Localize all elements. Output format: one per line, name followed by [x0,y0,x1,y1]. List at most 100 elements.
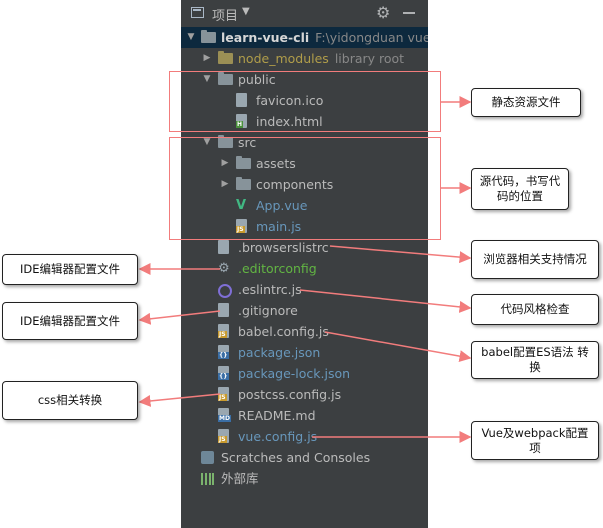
callout-gitignore: IDE编辑器配置文件 [2,302,138,340]
tree-item-label: package-lock.json [238,366,351,381]
tree-row-main-js[interactable]: JS main.js [181,216,428,237]
expand-arrow-icon[interactable]: ▼ [185,27,197,48]
tree-item-label: public [238,72,276,87]
callout-babel: babel配置ES语法 转换 [471,341,599,379]
tree-item-extra: F:\yidongduan vue\V [315,30,428,45]
collapse-arrow-icon[interactable]: ▶ [219,153,231,174]
json-file-icon: {} [218,345,229,359]
callout-public: 静态资源文件 [471,88,581,117]
tree-item-label: main.js [256,219,302,234]
callout-browserslist-text: 浏览器相关支持情况 [483,252,587,266]
gear-icon[interactable]: ⚙ [376,3,390,22]
tree-row-babel-config-js[interactable]: JS babel.config.js [181,321,428,342]
js-file-icon: JS [236,219,247,233]
tree-item-label: index.html [256,114,323,129]
collapse-arrow-icon[interactable]: ▶ [219,174,231,195]
tree-row-package-json[interactable]: {} package.json [181,342,428,363]
library-folder-icon [218,51,233,64]
tree-row-package-lock-json[interactable]: {} package-lock.json [181,363,428,384]
tree-item-label: .gitignore [238,303,298,318]
callout-eslint: 代码风格检查 [471,294,599,325]
tree-row-favicon-ico[interactable]: favicon.ico [181,90,428,111]
tree-item-label: assets [256,156,296,171]
html-file-icon: H [236,114,247,128]
callout-vueconfig-text: Vue及webpack配置项 [481,425,589,455]
scratches-icon [201,451,214,464]
tree-item-label: 外部库 [221,471,259,486]
tree-row-public[interactable]: ▼ public [181,69,428,90]
js-file-icon: JS [218,387,229,401]
callout-browserslist: 浏览器相关支持情况 [471,240,599,279]
tree-item-label: README.md [238,408,316,423]
tree-item-label-group: learn-vue-cli F:\yidongduan vue\V [221,27,428,48]
tree-item-extra: library root [334,51,405,66]
tree-item-label: vue.config.js [238,429,318,444]
callout-public-text: 静态资源文件 [491,95,561,109]
minimize-icon[interactable] [403,12,415,14]
gear-icon: ⚙ [218,261,230,276]
callout-postcss-text: css相关转换 [37,393,103,407]
tree-item-label: postcss.config.js [238,387,342,402]
expand-arrow-icon[interactable]: ▼ [201,69,213,90]
callout-gitignore-text: IDE编辑器配置文件 [19,313,120,328]
callout-babel-text: babel配置ES语法 转换 [481,345,589,374]
expand-arrow-icon[interactable]: ▼ [201,132,213,153]
eslint-icon [218,284,232,298]
panel-header: 项目 ▼ ⚙ [181,0,428,28]
tree-item-label: Scratches and Consoles [221,450,371,465]
tree-row-readme-md[interactable]: MD README.md [181,405,428,426]
folder-icon [236,177,251,190]
tree-row-index-html[interactable]: Hindex.html [181,111,428,132]
tree-row-components[interactable]: ▶ components [181,174,428,195]
tree-item-label: src [238,135,257,150]
tree-row-assets[interactable]: ▶ assets [181,153,428,174]
callout-src: 源代码，书写代码的位置 [471,168,569,210]
js-file-icon: JS [218,324,229,338]
library-icon [201,473,214,485]
tree-item-label: components [256,177,334,192]
tree-row-browserslistrc[interactable]: .browserslistrc [181,237,428,258]
callout-editorconfig-text: IDE编辑器配置文件 [19,262,120,276]
file-icon [218,303,229,317]
tree-item-label: node_modules [238,51,329,66]
tree-row-node-modules[interactable]: ▶ node_modules library root [181,48,428,69]
tree-item-label: .editorconfig [238,261,317,276]
file-icon [236,93,247,107]
tree-row-gitignore[interactable]: .gitignore [181,300,428,321]
json-file-icon: {} [218,366,229,380]
markdown-file-icon: MD [218,408,231,422]
tree-item-label: learn-vue-cli [221,30,310,45]
folder-icon [236,156,251,169]
collapse-arrow-icon[interactable]: ▶ [201,48,213,69]
annotated-screenshot: 项目 ▼ ⚙ ▼ learn-vue-cli F:\yidongduan vue\V… [0,0,603,528]
project-tool-window: 项目 ▼ ⚙ ▼ learn-vue-cli F:\yidongduan vue\V… [181,0,428,528]
project-icon [191,7,204,18]
tree-row-learn-vue-cli[interactable]: ▼ learn-vue-cli F:\yidongduan vue\V [181,27,428,48]
tree-row-postcss-config-js[interactable]: JS postcss.config.js [181,384,428,405]
callout-eslint-text: 代码风格检查 [500,302,570,316]
tree-row-src[interactable]: ▼ src [181,132,428,153]
folder-icon [218,135,233,148]
tree-item-label: App.vue [256,198,308,213]
tree-row-vue-config-js[interactable]: JS vue.config.js [181,426,428,447]
tree-item-label: .eslintrc.js [238,282,302,297]
folder-icon [201,30,216,43]
callout-postcss: css相关转换 [2,381,138,420]
tree-item-label: package.json [238,345,321,360]
tree-item-label: favicon.ico [256,93,324,108]
callout-src-text: 源代码，书写代码的位置 [479,174,561,203]
tree-row-eslintrc-js[interactable]: .eslintrc.js [181,279,428,300]
panel-title[interactable]: 项目 [212,5,238,24]
callout-vueconfig: Vue及webpack配置项 [471,421,599,460]
tree-item-label-group: node_modules library root [238,48,404,69]
folder-icon [218,72,233,85]
chevron-down-icon[interactable]: ▼ [242,6,250,17]
tree-row-editorconfig[interactable]: ⚙ .editorconfig [181,258,428,279]
tree-item-label: babel.config.js [238,324,329,339]
tree-row-app-vue[interactable]: V App.vue [181,195,428,216]
tree-row-scratches-and-consoles[interactable]: Scratches and Consoles [181,447,428,468]
js-file-icon: JS [218,429,229,443]
tree-item-label: .browserslistrc [238,240,329,255]
tree-row-[interactable]: 外部库 [181,468,428,489]
callout-editorconfig: IDE编辑器配置文件 [2,254,138,285]
